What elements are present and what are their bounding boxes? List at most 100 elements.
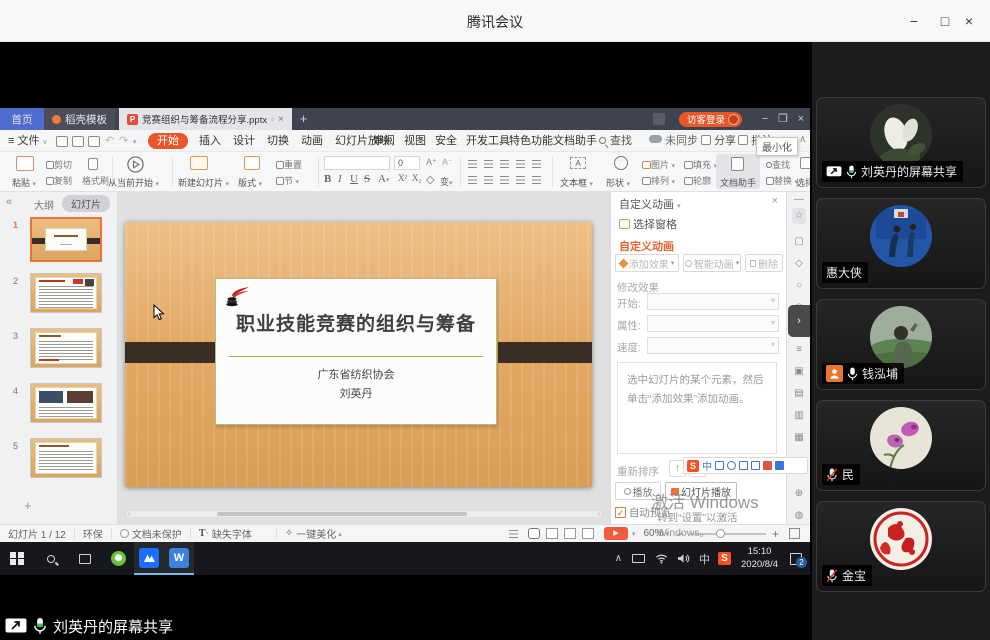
ribbon-tab-animation[interactable]: 动画 (300, 130, 324, 152)
settings-icon[interactable]: ≡ (792, 344, 806, 355)
shapes-icon[interactable] (614, 156, 628, 170)
ribbon-tab-assistant[interactable]: 文档助手 (552, 130, 598, 152)
bold-button[interactable]: B (324, 173, 331, 185)
print-icon[interactable] (72, 136, 84, 147)
normal-view-icon[interactable] (528, 528, 540, 539)
ribbon-tab-insert[interactable]: 插入 (198, 130, 222, 152)
wps-minimize-button[interactable]: − (756, 109, 774, 129)
image-tool-icon[interactable]: ▣ (792, 366, 806, 377)
ribbon-tab-features[interactable]: 特色功能 (508, 130, 554, 152)
arrange-button[interactable]: 排列 ▾ (642, 174, 675, 187)
meeting-app-button[interactable] (134, 542, 164, 575)
slideshow-play-button[interactable]: 幻灯片播放 (665, 482, 737, 500)
tab-pin-icon[interactable]: ▫ (271, 115, 274, 124)
tab-list-icon[interactable] (653, 113, 665, 125)
sogou-ime-toolbar[interactable]: S 中 (683, 457, 808, 474)
ribbon-tab-design[interactable]: 设计 (232, 130, 256, 152)
play-from-current-button[interactable]: 从当前开始 ▾ (108, 176, 159, 189)
start-button[interactable] (0, 542, 34, 575)
smart-animation-button[interactable]: 智能动画▾ (683, 254, 741, 272)
minimize-button[interactable]: − (902, 10, 926, 32)
browser-app-button[interactable] (102, 542, 134, 575)
participant-tile[interactable]: 刘英丹的屏幕共享 (816, 97, 986, 188)
strip-collapse-icon[interactable]: — (792, 194, 806, 205)
notes-icon[interactable] (509, 530, 518, 538)
sogou-tray-icon[interactable]: S (718, 552, 731, 565)
sync-status[interactable]: 未同步 ▾ (648, 130, 706, 154)
increase-indent-icon[interactable] (516, 160, 525, 168)
taskbar-search-button[interactable] (34, 542, 68, 575)
slideshow-button[interactable]: ▶ (604, 527, 628, 540)
volume-icon[interactable] (677, 553, 690, 564)
help-icon[interactable]: ⊕ (792, 488, 806, 499)
font-size-combo[interactable]: 0 (394, 156, 420, 170)
sogou-logo-icon[interactable]: S (687, 460, 699, 472)
align-center-icon[interactable] (484, 176, 493, 184)
copy-button[interactable]: 复制 (46, 174, 72, 187)
preview-icon[interactable] (88, 136, 100, 147)
picture-button[interactable]: 图片 ▾ (642, 158, 675, 171)
new-slide-button[interactable]: 新建幻灯片 ▾ (178, 176, 229, 189)
underline-button[interactable]: U (350, 173, 358, 185)
clear-format-icon[interactable]: ◇ (426, 173, 434, 186)
add-effect-button[interactable]: 添加效果▾ (615, 254, 679, 272)
slides-tab[interactable]: 幻灯片 (62, 195, 110, 212)
zoom-slider[interactable] (690, 533, 766, 535)
collapse-ribbon-icon[interactable]: ∧ (799, 134, 806, 145)
ribbon-tab-devtools[interactable]: 开发工具 (465, 130, 511, 152)
add-slide-button[interactable]: + (24, 498, 32, 513)
horizontal-scrollbar[interactable]: ‹ › (126, 510, 602, 518)
task-view-button[interactable] (68, 542, 102, 575)
close-button[interactable]: × (957, 10, 981, 32)
format-painter-button[interactable]: 格式刷 (82, 174, 109, 187)
slide-thumbnail-2[interactable] (30, 273, 102, 313)
reading-view-icon[interactable] (564, 528, 576, 539)
notification-center-button[interactable]: 2 (790, 553, 802, 565)
replace-button[interactable]: 替换 ▾ (766, 174, 798, 187)
align-left-icon[interactable] (468, 176, 477, 184)
participant-tile[interactable]: 惠大侠 (816, 198, 986, 289)
ime-voice-icon[interactable] (739, 461, 748, 470)
tray-clock[interactable]: 15:10 2020/8/4 (741, 546, 778, 571)
text-direction-icon[interactable] (532, 160, 541, 168)
decrease-font-icon[interactable]: A⁻ (442, 157, 453, 168)
outline-button[interactable]: 轮廓 (684, 174, 711, 187)
align-right-icon[interactable] (500, 176, 509, 184)
redo-icon[interactable]: ↷ (118, 130, 129, 152)
paste-button[interactable]: 粘贴 ▾ (12, 176, 36, 189)
layout-button[interactable]: 版式 ▾ (238, 176, 262, 189)
line-spacing-icon[interactable] (532, 176, 541, 184)
select-pane-button[interactable]: 选择窗格 (619, 216, 677, 232)
textbox-icon[interactable]: A (570, 157, 586, 169)
select-pane-icon[interactable] (800, 157, 810, 169)
doc-assistant-button[interactable]: 文档助手 (720, 176, 756, 189)
scrollbar-thumb[interactable] (217, 512, 467, 516)
ime-keyboard-icon[interactable] (751, 461, 760, 470)
ribbon-tab-security[interactable]: 安全 (434, 130, 458, 152)
tray-expand-icon[interactable]: ∧ (615, 553, 622, 564)
find-menu[interactable]: 查找 (598, 130, 633, 152)
battery-icon[interactable] (632, 554, 645, 563)
eco-mode[interactable]: 环保 (83, 526, 103, 541)
doc-unprotected[interactable]: 文档未保护 (132, 526, 182, 541)
doc-assistant-icon[interactable] (731, 157, 744, 171)
slide-title-card[interactable]: 职业技能竞赛的组织与筹备 广东省纺织协会 刘英丹 (215, 278, 497, 425)
new-tab-button[interactable]: + (292, 108, 316, 130)
section-button[interactable]: 节 ▾ (276, 174, 299, 187)
speed-combo[interactable] (647, 337, 779, 354)
wps-restore-button[interactable]: ❐ (774, 109, 792, 129)
slide-thumbnail-5[interactable] (30, 438, 102, 478)
start-combo[interactable] (647, 293, 779, 310)
bullets-icon[interactable] (468, 160, 477, 168)
layout-icon[interactable] (244, 156, 260, 170)
slide-editor[interactable]: 职业技能竞赛的组织与筹备 广东省纺织协会 刘英丹 ‹ › (118, 192, 610, 524)
outline-tab[interactable]: 大纲 (34, 197, 54, 212)
text-effects-button[interactable]: 变▾ (440, 175, 453, 188)
gallery-icon[interactable]: ▦ (792, 432, 806, 443)
file-menu[interactable]: ≡ 文件 ∨ (7, 130, 49, 154)
delete-effect-button[interactable]: 删除 (745, 254, 783, 272)
zoom-level[interactable]: 60% (643, 528, 663, 539)
auto-preview-checkbox[interactable]: ✓ 自动预览 (615, 505, 671, 520)
superscript-button[interactable]: X² (398, 173, 407, 183)
one-click-beautify[interactable]: 一键美化 (296, 526, 336, 541)
